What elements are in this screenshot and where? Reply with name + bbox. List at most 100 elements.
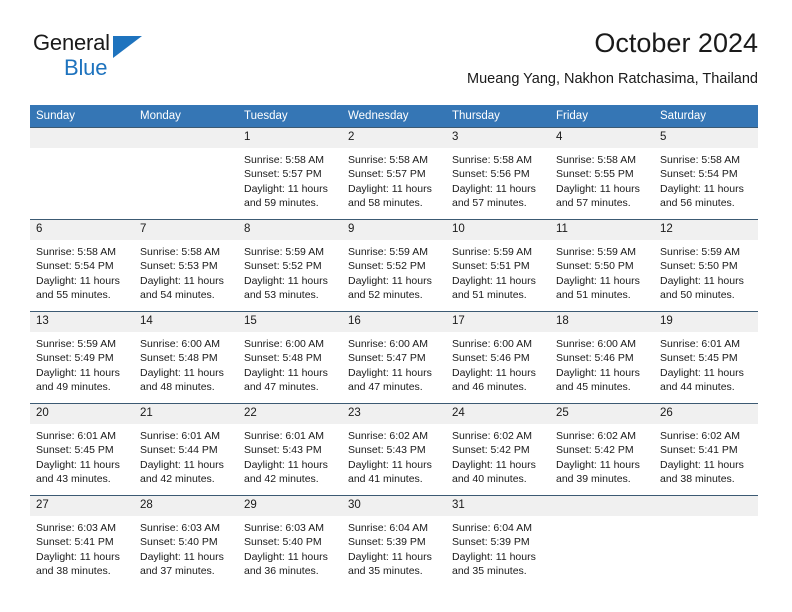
calendar-day-cell[interactable]: 17 Sunrise: 6:00 AM Sunset: 5:46 PM Dayligh…: [446, 311, 550, 404]
sunset-text: Sunset: 5:40 PM: [140, 536, 218, 549]
sunset-text: Sunset: 5:52 PM: [348, 260, 426, 273]
calendar-day-cell[interactable]: 15 Sunrise: 6:00 AM Sunset: 5:48 PM Dayligh…: [238, 311, 342, 404]
calendar-day-cell[interactable]: 27 Sunrise: 6:03 AM Sunset: 5:41 PM Dayligh…: [30, 495, 134, 587]
calendar-day-cell[interactable]: 7 Sunrise: 5:58 AM Sunset: 5:53 PM Daylight…: [134, 219, 238, 312]
page-title: October 2024: [594, 28, 758, 58]
calendar-day-cell[interactable]: 29 Sunrise: 6:03 AM Sunset: 5:40 PM Dayligh…: [238, 495, 342, 587]
calendar-day-cell[interactable]: 12 Sunrise: 5:59 AM Sunset: 5:50 PM Dayligh…: [654, 219, 758, 312]
day-number: 3: [446, 128, 550, 148]
daylight-text-line1: Daylight: 11 hours: [452, 274, 536, 287]
calendar-day-cell[interactable]: 21 Sunrise: 6:01 AM Sunset: 5:44 PM Dayligh…: [134, 403, 238, 496]
daylight-text-line1: Daylight: 11 hours: [140, 366, 224, 379]
daylight-text-line1: Daylight: 11 hours: [36, 274, 120, 287]
daylight-text-line2: and 57 minutes.: [452, 196, 527, 209]
sunrise-text: Sunrise: 5:58 AM: [556, 154, 636, 166]
daylight-text-line2: and 43 minutes.: [36, 472, 111, 485]
day-number: 15: [238, 312, 342, 332]
sunrise-text: Sunrise: 6:00 AM: [244, 338, 324, 350]
calendar-day-cell[interactable]: 2 Sunrise: 5:58 AM Sunset: 5:57 PM Daylight…: [342, 127, 446, 220]
weekday-header-row: Sunday Monday Tuesday Wednesday Thursday…: [30, 105, 758, 128]
day-number: 14: [134, 312, 238, 332]
sunrise-text: Sunrise: 6:00 AM: [348, 338, 428, 350]
day-number: 13: [30, 312, 134, 332]
sunset-text: Sunset: 5:56 PM: [452, 168, 530, 181]
day-number: 24: [446, 404, 550, 424]
sunset-text: Sunset: 5:49 PM: [36, 352, 114, 365]
calendar-day-cell[interactable]: 20 Sunrise: 6:01 AM Sunset: 5:45 PM Dayligh…: [30, 403, 134, 496]
calendar-day-cell[interactable]: 1 Sunrise: 5:58 AM Sunset: 5:57 PM Daylight…: [238, 127, 342, 220]
day-sun-info: Sunrise: 6:01 AM Sunset: 5:44 PM Daylight:…: [134, 424, 238, 486]
sunrise-text: Sunrise: 6:01 AM: [36, 430, 116, 442]
weekday-header-monday: Monday: [134, 105, 238, 128]
day-number: [654, 496, 758, 516]
calendar-day-cell-empty: [134, 127, 238, 220]
calendar-day-cell[interactable]: 3 Sunrise: 5:58 AM Sunset: 5:56 PM Daylight…: [446, 127, 550, 220]
daylight-text-line1: Daylight: 11 hours: [244, 366, 328, 379]
daylight-text-line1: Daylight: 11 hours: [244, 550, 328, 563]
weekday-header-wednesday: Wednesday: [342, 105, 446, 128]
day-number: 16: [342, 312, 446, 332]
sunrise-text: Sunrise: 5:59 AM: [36, 338, 116, 350]
calendar-day-cell[interactable]: 6 Sunrise: 5:58 AM Sunset: 5:54 PM Daylight…: [30, 219, 134, 312]
day-number: 8: [238, 220, 342, 240]
sunrise-text: Sunrise: 5:58 AM: [660, 154, 740, 166]
calendar-day-cell[interactable]: 14 Sunrise: 6:00 AM Sunset: 5:48 PM Dayligh…: [134, 311, 238, 404]
sunset-text: Sunset: 5:46 PM: [556, 352, 634, 365]
daylight-text-line1: Daylight: 11 hours: [452, 550, 536, 563]
daylight-text-line2: and 48 minutes.: [140, 380, 215, 393]
sunrise-text: Sunrise: 5:58 AM: [452, 154, 532, 166]
daylight-text-line2: and 47 minutes.: [244, 380, 319, 393]
calendar-day-cell[interactable]: 19 Sunrise: 6:01 AM Sunset: 5:45 PM Dayligh…: [654, 311, 758, 404]
day-sun-info: Sunrise: 5:59 AM Sunset: 5:49 PM Daylight:…: [30, 332, 134, 394]
calendar-day-cell[interactable]: 31 Sunrise: 6:04 AM Sunset: 5:39 PM Dayligh…: [446, 495, 550, 587]
sunset-text: Sunset: 5:57 PM: [348, 168, 426, 181]
day-sun-info: Sunrise: 6:02 AM Sunset: 5:43 PM Daylight:…: [342, 424, 446, 486]
sunset-text: Sunset: 5:48 PM: [140, 352, 218, 365]
day-number: 20: [30, 404, 134, 424]
daylight-text-line1: Daylight: 11 hours: [660, 274, 744, 287]
daylight-text-line1: Daylight: 11 hours: [348, 366, 432, 379]
calendar-day-cell[interactable]: 25 Sunrise: 6:02 AM Sunset: 5:42 PM Dayligh…: [550, 403, 654, 496]
calendar-day-cell[interactable]: 13 Sunrise: 5:59 AM Sunset: 5:49 PM Dayligh…: [30, 311, 134, 404]
daylight-text-line1: Daylight: 11 hours: [556, 182, 640, 195]
sunrise-text: Sunrise: 5:59 AM: [660, 246, 740, 258]
sunrise-text: Sunrise: 5:58 AM: [140, 246, 220, 258]
calendar-day-cell[interactable]: 18 Sunrise: 6:00 AM Sunset: 5:46 PM Dayligh…: [550, 311, 654, 404]
day-sun-info: Sunrise: 5:58 AM Sunset: 5:57 PM Daylight:…: [342, 148, 446, 210]
day-sun-info: Sunrise: 6:03 AM Sunset: 5:41 PM Daylight:…: [30, 516, 134, 578]
day-sun-info: Sunrise: 5:59 AM Sunset: 5:50 PM Daylight:…: [550, 240, 654, 302]
sunrise-text: Sunrise: 6:01 AM: [660, 338, 740, 350]
calendar-day-cell[interactable]: 26 Sunrise: 6:02 AM Sunset: 5:41 PM Dayligh…: [654, 403, 758, 496]
sunset-text: Sunset: 5:43 PM: [244, 444, 322, 457]
daylight-text-line1: Daylight: 11 hours: [660, 458, 744, 471]
calendar-day-cell-empty: [550, 495, 654, 587]
calendar-day-cell[interactable]: 23 Sunrise: 6:02 AM Sunset: 5:43 PM Dayligh…: [342, 403, 446, 496]
sunset-text: Sunset: 5:43 PM: [348, 444, 426, 457]
calendar-day-cell[interactable]: 30 Sunrise: 6:04 AM Sunset: 5:39 PM Dayligh…: [342, 495, 446, 587]
day-number: [30, 128, 134, 148]
day-number: 1: [238, 128, 342, 148]
calendar-day-cell[interactable]: 11 Sunrise: 5:59 AM Sunset: 5:50 PM Dayligh…: [550, 219, 654, 312]
sunrise-text: Sunrise: 6:02 AM: [660, 430, 740, 442]
daylight-text-line2: and 45 minutes.: [556, 380, 631, 393]
calendar-day-cell[interactable]: 5 Sunrise: 5:58 AM Sunset: 5:54 PM Daylight…: [654, 127, 758, 220]
sunrise-text: Sunrise: 5:58 AM: [348, 154, 428, 166]
sunset-text: Sunset: 5:45 PM: [660, 352, 738, 365]
calendar-day-cell[interactable]: 28 Sunrise: 6:03 AM Sunset: 5:40 PM Dayligh…: [134, 495, 238, 587]
calendar-day-cell[interactable]: 4 Sunrise: 5:58 AM Sunset: 5:55 PM Daylight…: [550, 127, 654, 220]
calendar-day-cell[interactable]: 16 Sunrise: 6:00 AM Sunset: 5:47 PM Dayligh…: [342, 311, 446, 404]
sunset-text: Sunset: 5:52 PM: [244, 260, 322, 273]
calendar-day-cell[interactable]: 10 Sunrise: 5:59 AM Sunset: 5:51 PM Dayligh…: [446, 219, 550, 312]
sunrise-text: Sunrise: 6:00 AM: [140, 338, 220, 350]
weekday-header-saturday: Saturday: [654, 105, 758, 128]
sunset-text: Sunset: 5:57 PM: [244, 168, 322, 181]
calendar-day-cell[interactable]: 22 Sunrise: 6:01 AM Sunset: 5:43 PM Dayligh…: [238, 403, 342, 496]
calendar-day-cell[interactable]: 24 Sunrise: 6:02 AM Sunset: 5:42 PM Dayligh…: [446, 403, 550, 496]
sunrise-text: Sunrise: 5:59 AM: [556, 246, 636, 258]
day-number: 29: [238, 496, 342, 516]
calendar-day-cell[interactable]: 8 Sunrise: 5:59 AM Sunset: 5:52 PM Daylight…: [238, 219, 342, 312]
sunset-text: Sunset: 5:47 PM: [348, 352, 426, 365]
calendar-day-cell[interactable]: 9 Sunrise: 5:59 AM Sunset: 5:52 PM Daylight…: [342, 219, 446, 312]
daylight-text-line2: and 42 minutes.: [244, 472, 319, 485]
sunset-text: Sunset: 5:39 PM: [452, 536, 530, 549]
